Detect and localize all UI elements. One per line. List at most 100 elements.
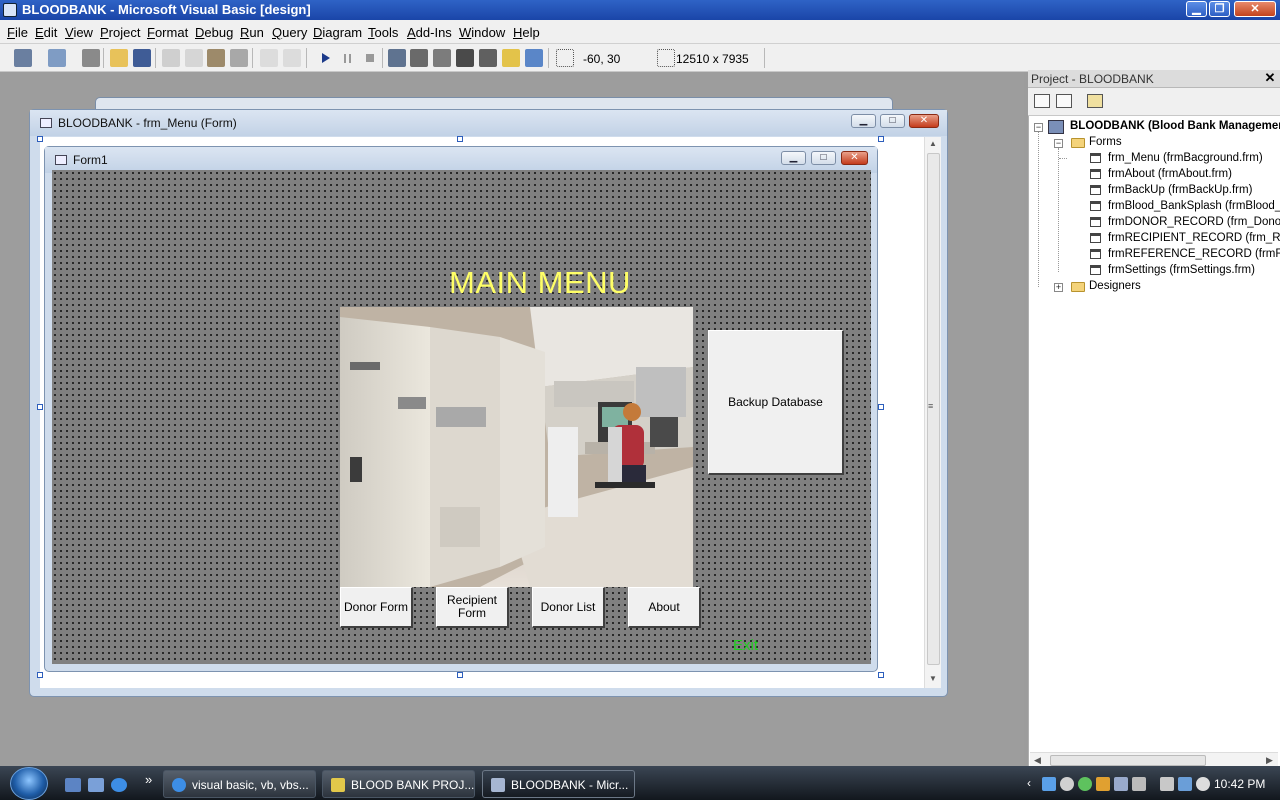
add-form-icon[interactable] <box>48 49 66 67</box>
backup-database-button[interactable]: Backup Database <box>708 330 844 475</box>
vb6-app-icon[interactable] <box>3 3 17 17</box>
menu-edit[interactable]: Edit <box>35 25 57 40</box>
menu-editor-icon[interactable] <box>82 49 100 67</box>
start-button[interactable] <box>10 767 48 800</box>
donor-list-button[interactable]: Donor List <box>532 587 605 628</box>
form1-minimize-button[interactable]: ▁ <box>781 151 806 165</box>
menu-help[interactable]: Help <box>513 25 540 40</box>
form-layout-icon[interactable] <box>433 49 451 67</box>
tree-item-frmbackup[interactable]: frmBackUp (frmBackUp.frm) <box>1108 184 1252 196</box>
tray-network-icon[interactable] <box>1042 777 1056 791</box>
designer-minimize-button[interactable]: ▁ <box>851 114 876 128</box>
stop-icon[interactable] <box>361 49 379 67</box>
pause-icon[interactable] <box>339 49 357 67</box>
tray-tool-icon[interactable] <box>1132 777 1146 791</box>
scroll-right-icon[interactable]: ▶ <box>1266 755 1273 766</box>
tray-connection-icon[interactable] <box>1178 777 1192 791</box>
properties-icon[interactable] <box>410 49 428 67</box>
menu-project[interactable]: Project <box>100 25 140 40</box>
form1-maximize-button[interactable]: □ <box>811 151 836 165</box>
resize-handle-bottom[interactable] <box>457 672 463 678</box>
copy-icon[interactable] <box>185 49 203 67</box>
menu-query[interactable]: Query <box>272 25 307 40</box>
minimize-button[interactable]: ▁ <box>1186 1 1207 17</box>
resize-handle-bottom-left[interactable] <box>37 672 43 678</box>
tree-item-frmblood-banksplash[interactable]: frmBlood_BankSplash (frmBlood_Ba <box>1108 200 1280 212</box>
designer-maximize-button[interactable]: □ <box>880 114 905 128</box>
close-button[interactable]: ✕ <box>1234 1 1276 17</box>
object-browser-icon[interactable] <box>456 49 474 67</box>
resize-handle-top-left[interactable] <box>37 136 43 142</box>
menu-add-ins[interactable]: Add-Ins <box>407 25 452 40</box>
resize-handle-top-right[interactable] <box>878 136 884 142</box>
tray-volume-icon[interactable] <box>1196 777 1210 791</box>
tray-app-icon[interactable] <box>1060 777 1074 791</box>
scroll-down-icon[interactable]: ▼ <box>929 674 937 683</box>
open-icon[interactable] <box>110 49 128 67</box>
tree-item-frmsettings[interactable]: frmSettings (frmSettings.frm) <box>1108 264 1255 276</box>
tray-status-icon[interactable] <box>1078 777 1092 791</box>
menu-tools[interactable]: Tools <box>368 25 398 40</box>
switch-windows-icon[interactable] <box>88 778 104 792</box>
toggle-folders-icon[interactable] <box>1087 94 1103 108</box>
data-view-icon[interactable] <box>502 49 520 67</box>
expand-designers-icon[interactable]: + <box>1054 283 1063 292</box>
scrollbar-thumb[interactable] <box>1050 755 1206 766</box>
donor-form-button[interactable]: Donor Form <box>340 587 413 628</box>
exit-label[interactable]: Exit <box>733 637 758 654</box>
tray-security-icon[interactable] <box>1096 777 1110 791</box>
find-icon[interactable] <box>230 49 248 67</box>
component-manager-icon[interactable] <box>525 49 543 67</box>
tray-expand-icon[interactable]: ‹ <box>1027 776 1031 790</box>
recipient-form-button[interactable]: Recipient Form <box>436 587 509 628</box>
tree-item-frm-menu[interactable]: frm_Menu (frmBacground.frm) <box>1108 152 1263 164</box>
scroll-up-icon[interactable]: ▲ <box>929 139 937 148</box>
tray-update-icon[interactable] <box>1114 777 1128 791</box>
tree-item-frmreference-record[interactable]: frmREFERENCE_RECORD (frmRefer <box>1108 248 1280 260</box>
menu-debug[interactable]: Debug <box>195 25 233 40</box>
cut-icon[interactable] <box>162 49 180 67</box>
save-icon[interactable] <box>133 49 151 67</box>
collapse-forms-icon[interactable]: − <box>1054 139 1063 148</box>
view-object-icon[interactable] <box>1056 94 1072 108</box>
tray-clock[interactable]: 10:42 PM <box>1214 777 1265 791</box>
tree-item-frmabout[interactable]: frmAbout (frmAbout.frm) <box>1108 168 1232 180</box>
run-icon[interactable] <box>316 49 334 67</box>
redo-icon[interactable] <box>283 49 301 67</box>
menu-format[interactable]: Format <box>147 25 188 40</box>
tree-item-frmdonor-record[interactable]: frmDONOR_RECORD (frm_Donor.fr <box>1108 216 1280 228</box>
undo-icon[interactable] <box>260 49 278 67</box>
resize-handle-left[interactable] <box>37 404 43 410</box>
toolbox-icon[interactable] <box>479 49 497 67</box>
menu-run[interactable]: Run <box>240 25 264 40</box>
paste-icon[interactable] <box>207 49 225 67</box>
ie-quicklaunch-icon[interactable] <box>111 778 127 792</box>
tray-device-icon[interactable] <box>1160 777 1174 791</box>
menu-window[interactable]: Window <box>459 25 505 40</box>
project-explorer-close-icon[interactable]: ✕ <box>1264 71 1276 85</box>
designers-folder-node[interactable]: Designers <box>1089 280 1141 292</box>
add-project-icon[interactable] <box>14 49 32 67</box>
taskbar-item-browser[interactable]: visual basic, vb, vbs... <box>163 770 316 798</box>
scroll-left-icon[interactable]: ◀ <box>1034 755 1041 766</box>
collapse-root-icon[interactable]: − <box>1034 123 1043 132</box>
taskbar-item-document[interactable]: BLOOD BANK PROJ... <box>322 770 475 798</box>
resize-handle-top[interactable] <box>457 136 463 142</box>
forms-folder-node[interactable]: Forms <box>1089 136 1122 148</box>
restore-button[interactable]: ❐ <box>1209 1 1230 17</box>
show-desktop-icon[interactable] <box>65 778 81 792</box>
project-explorer-icon[interactable] <box>388 49 406 67</box>
quicklaunch-chevron-icon[interactable]: » <box>145 772 152 787</box>
menu-file[interactable]: File <box>7 25 28 40</box>
designer-close-button[interactable]: ✕ <box>909 114 939 128</box>
menu-view[interactable]: View <box>65 25 93 40</box>
menu-diagram[interactable]: Diagram <box>313 25 362 40</box>
about-button[interactable]: About <box>628 587 701 628</box>
project-tree[interactable]: − BLOODBANK (Blood Bank Management − For… <box>1030 118 1280 752</box>
resize-handle-bottom-right[interactable] <box>878 672 884 678</box>
taskbar-item-vb6[interactable]: BLOODBANK - Micr... <box>482 770 635 798</box>
resize-handle-right[interactable] <box>878 404 884 410</box>
designer-vertical-scrollbar[interactable]: ▲ ≡ ▼ <box>924 137 941 688</box>
project-explorer-titlebar[interactable]: Project - BLOODBANK ✕ <box>1028 70 1280 88</box>
view-code-icon[interactable] <box>1034 94 1050 108</box>
